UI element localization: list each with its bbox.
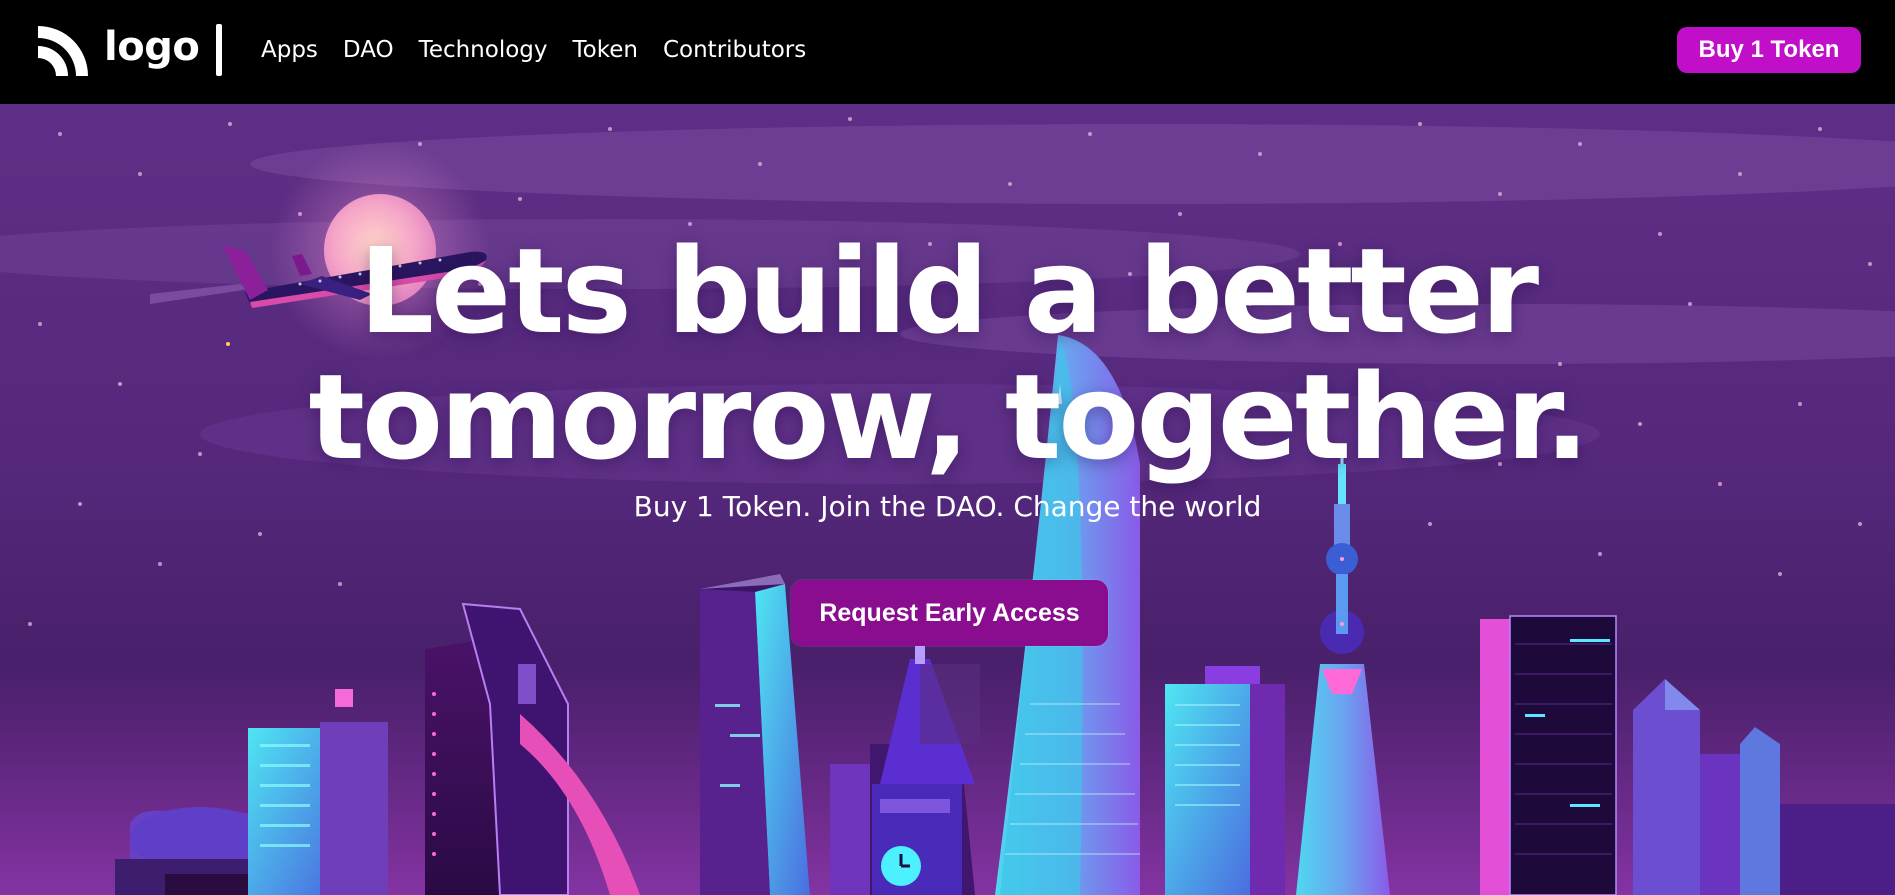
nav-item-technology[interactable]: Technology bbox=[419, 32, 548, 68]
nav-item-dao[interactable]: DAO bbox=[343, 32, 394, 68]
hero-section: Lets build a better tomorrow, together. B… bbox=[0, 104, 1895, 895]
logo-text[interactable]: logo bbox=[104, 22, 200, 72]
request-early-access-button[interactable]: Request Early Access bbox=[791, 580, 1108, 646]
logo-icon[interactable] bbox=[36, 22, 92, 78]
top-nav-bar: logo Apps DAO Technology Token Contribut… bbox=[0, 0, 1895, 104]
buy-token-button[interactable]: Buy 1 Token bbox=[1677, 27, 1861, 73]
hero-subheadline: Buy 1 Token. Join the DAO. Change the wo… bbox=[633, 490, 1262, 523]
logo-divider bbox=[216, 24, 222, 76]
hero-headline: Lets build a better tomorrow, together. bbox=[0, 228, 1895, 480]
hero-headline-line-1: Lets build a better bbox=[358, 222, 1539, 360]
hero-headline-line-2: tomorrow, together. bbox=[308, 348, 1590, 486]
main-nav: Apps DAO Technology Token Contributors bbox=[261, 32, 831, 68]
nav-item-contributors[interactable]: Contributors bbox=[663, 32, 806, 68]
nav-item-token[interactable]: Token bbox=[573, 32, 638, 68]
nav-item-apps[interactable]: Apps bbox=[261, 32, 318, 68]
